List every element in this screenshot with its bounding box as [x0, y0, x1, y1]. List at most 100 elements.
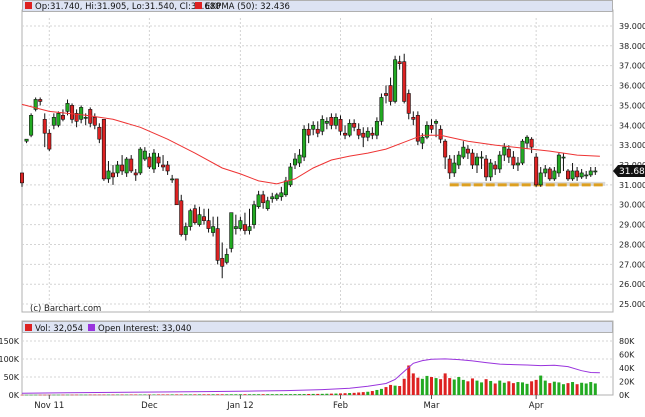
candle-body: [402, 61, 407, 102]
volume-bar: [184, 394, 188, 395]
ohlc-legend-label: Op:31.740, Hi:31.905, Lo:31.540, Cl:31.6…: [35, 2, 221, 12]
candle-body: [479, 156, 484, 159]
candle-body: [142, 150, 147, 160]
candle-body: [452, 162, 457, 174]
open-interest-tick-label: 60K: [619, 351, 635, 360]
candle-body: [543, 168, 548, 174]
candle-body: [179, 200, 184, 235]
candle-body: [515, 162, 520, 166]
candle-body: [420, 136, 425, 144]
candle-body: [170, 178, 175, 181]
volume-tick-label: 100K: [0, 355, 20, 364]
volume-bar: [361, 392, 365, 395]
candle-body: [19, 172, 24, 184]
volume-bar: [52, 394, 56, 396]
candle-body: [288, 166, 293, 186]
candle-body: [575, 170, 580, 178]
volume-bar: [216, 394, 220, 395]
volume-tick-label: 0K: [9, 391, 20, 400]
candle-body: [538, 172, 543, 186]
candle-body: [202, 216, 207, 221]
candle: [101, 119, 106, 181]
candle-body: [370, 132, 375, 136]
x-axis: Nov 11 Dec Jan 12 Feb Mar Apr: [34, 395, 544, 411]
price-tick-label: 33.000: [619, 141, 645, 150]
volume-bar: [211, 394, 215, 395]
candle-body: [147, 156, 152, 168]
volume-bar: [561, 384, 565, 395]
volume-bar: [530, 381, 534, 395]
open-interest-tick-label: 80K: [619, 337, 635, 346]
volume-bar: [229, 394, 233, 395]
volume-bar: [475, 380, 479, 395]
volume-bar: [166, 394, 170, 395]
candle-body: [197, 214, 202, 225]
candle-body: [474, 156, 479, 166]
candle-body: [261, 194, 266, 204]
candle-body: [161, 164, 166, 168]
last-price-label: 31.680: [619, 167, 645, 177]
volume-bar: [175, 394, 179, 395]
oi-legend-swatch: [88, 324, 95, 331]
candle-body: [38, 99, 43, 102]
volume-bar: [288, 394, 292, 395]
volume-bar: [84, 394, 88, 396]
candle-body: [129, 158, 134, 172]
volume-bar: [134, 394, 138, 396]
candle-body: [242, 224, 247, 231]
volume-bar: [575, 384, 579, 395]
volume-bar: [366, 391, 370, 395]
open-interest-tick-label: 40K: [619, 364, 635, 373]
volume-bar: [248, 394, 251, 395]
candle-body: [92, 117, 97, 126]
candle-body: [156, 156, 161, 164]
copyright-label: (c) Barchart.com: [30, 304, 101, 314]
price-tick-label: 25.000: [619, 300, 645, 309]
volume-bar: [220, 394, 224, 395]
candle-body: [211, 226, 216, 233]
candle-body: [461, 146, 466, 158]
candle-body: [220, 258, 225, 267]
volume-bar: [129, 394, 133, 396]
volume-bar: [502, 382, 506, 395]
last-price-marker: 31.680: [613, 165, 645, 177]
volume-bar: [420, 378, 424, 395]
candle-body: [252, 204, 257, 225]
candle-body: [361, 132, 366, 138]
candle: [547, 166, 552, 181]
candle-body: [388, 85, 393, 102]
price-tick-label: 34.000: [619, 121, 645, 130]
candle-body: [565, 170, 570, 180]
volume-bar: [197, 394, 201, 395]
volume-bar: [43, 394, 47, 396]
volume-bar: [20, 394, 24, 396]
volume-bar: [384, 387, 388, 395]
candle-body: [552, 170, 557, 180]
candle-body: [525, 136, 530, 144]
candle-body: [133, 172, 138, 176]
volume-bar: [125, 394, 129, 396]
volume-bar: [61, 394, 65, 396]
candle-body: [151, 152, 156, 170]
volume-bar: [34, 394, 38, 396]
volume-bar: [589, 382, 593, 395]
candle: [379, 93, 384, 126]
candle-body: [56, 113, 61, 126]
candle-body: [238, 220, 243, 229]
open-interest-tick-label: 20K: [619, 378, 635, 387]
candle-body: [397, 61, 402, 64]
candle-body: [520, 140, 525, 164]
volume-bar: [188, 394, 192, 395]
candle-body: [529, 138, 534, 148]
volume-bar: [480, 382, 484, 395]
candle-body: [270, 196, 275, 200]
candle-body: [302, 128, 307, 158]
candle-body: [315, 128, 320, 134]
support-zone-layer: [449, 181, 606, 187]
candle-body: [411, 117, 416, 120]
candle-body: [511, 156, 516, 166]
candle-body: [79, 107, 84, 120]
volume-bar: [484, 379, 488, 395]
volume-bar: [448, 378, 452, 395]
volume-bar: [507, 381, 511, 395]
